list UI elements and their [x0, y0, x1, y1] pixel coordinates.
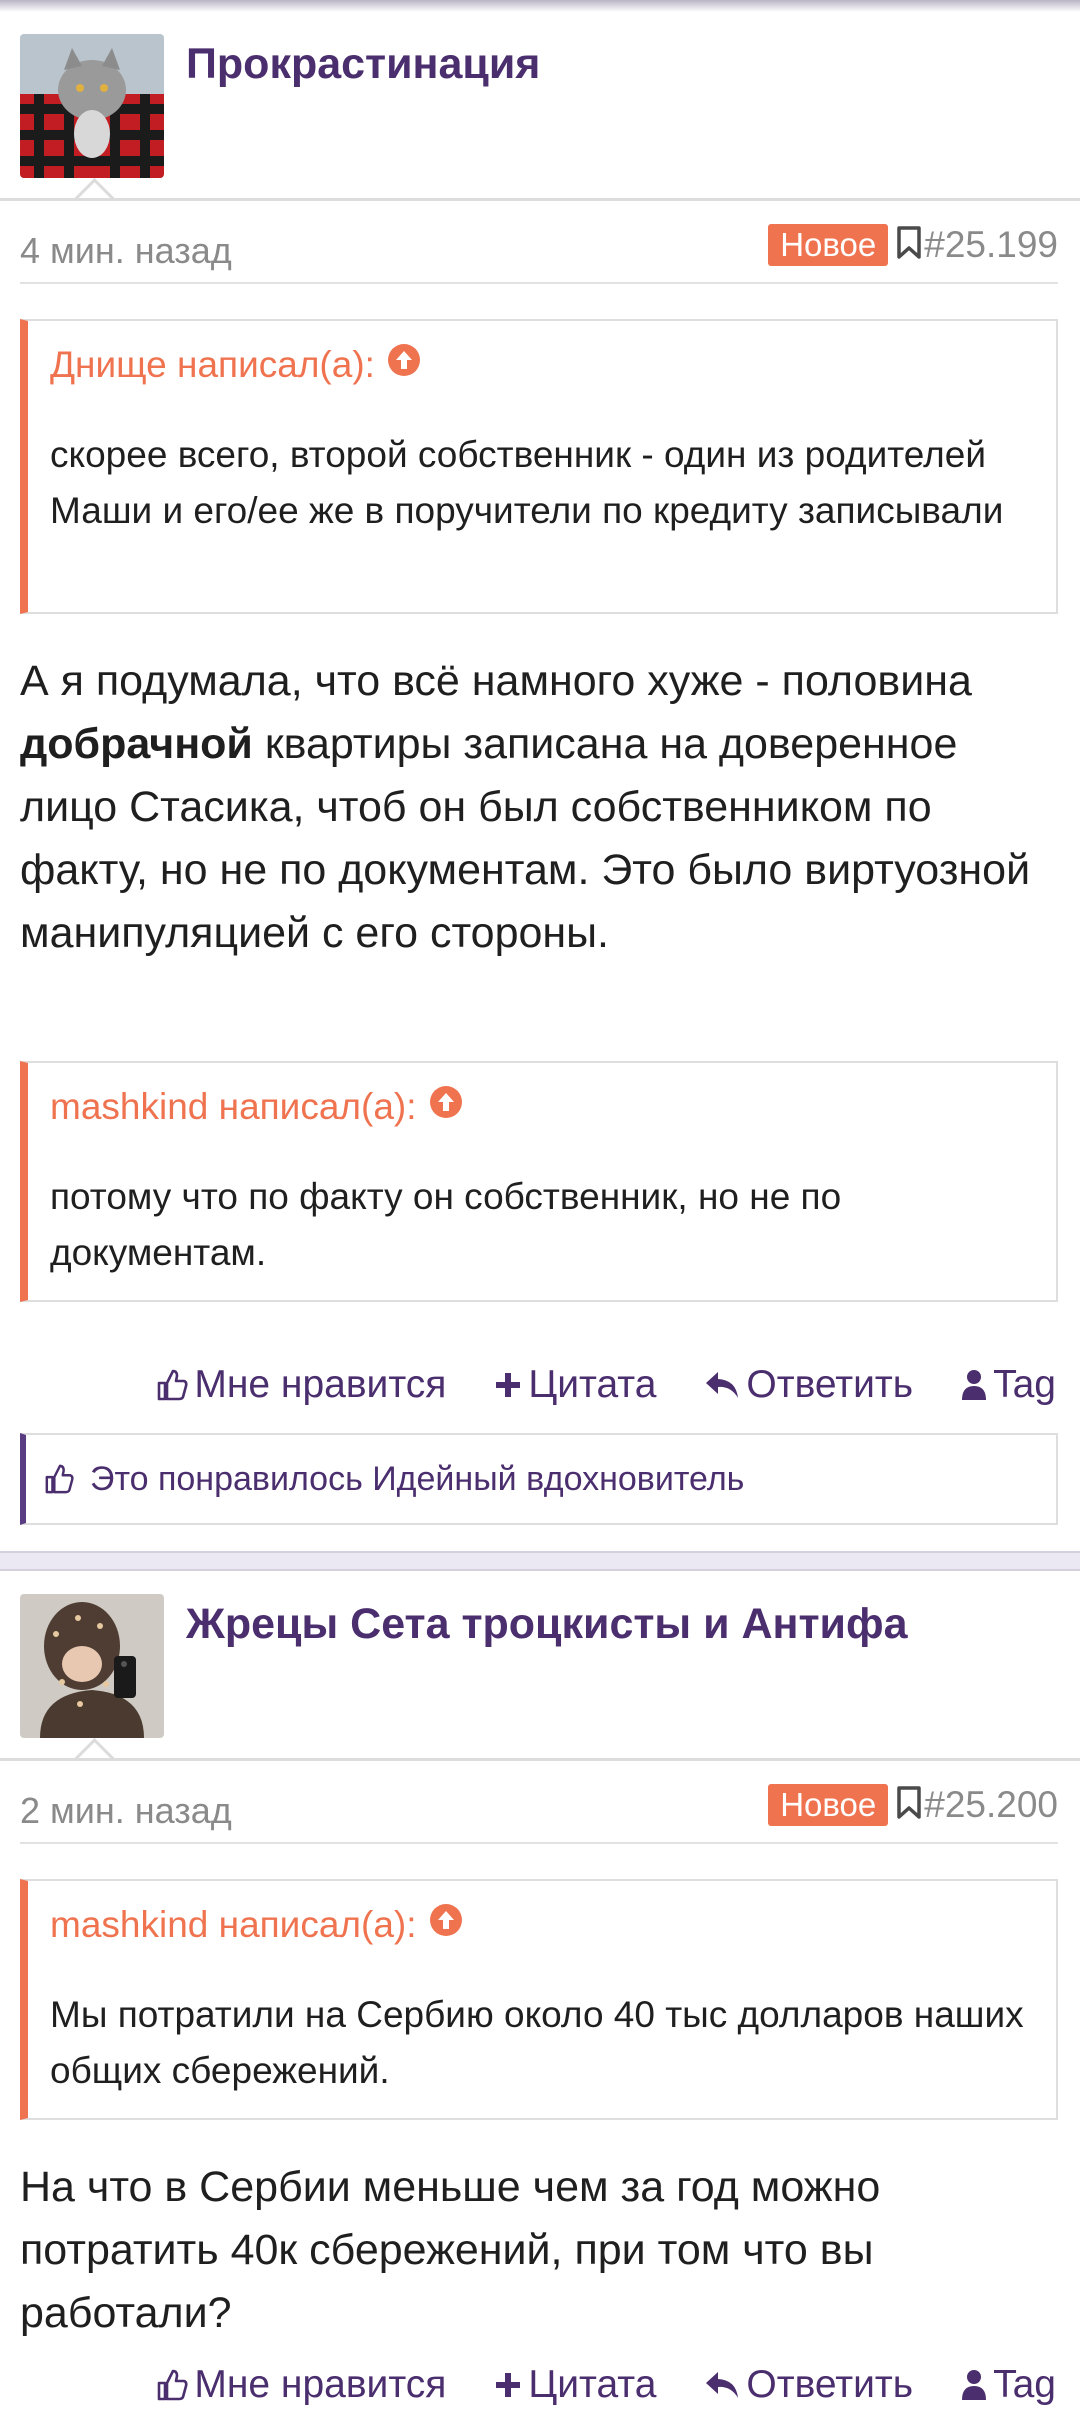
- post-username[interactable]: Прокрастинация: [186, 40, 540, 89]
- post-time: 4 мин. назад: [20, 230, 232, 271]
- new-badge: Новое: [768, 224, 889, 266]
- post-time: 2 мин. назад: [20, 1790, 232, 1831]
- quote-text: потому что по факту он собственник, но н…: [50, 1176, 842, 1273]
- like-button[interactable]: Мне нравится: [156, 2363, 446, 2407]
- post-body-text: А я подумала, что всё намного хуже - пол…: [20, 657, 972, 705]
- reply-button[interactable]: Ответить: [704, 2363, 913, 2407]
- avatar[interactable]: [20, 1594, 164, 1738]
- top-shadow: [0, 0, 1080, 12]
- quote-text: Мы потратили на Сербию около 40 тыс долл…: [50, 1994, 1024, 2091]
- quote-label: Цитата: [528, 1363, 657, 1406]
- post-username[interactable]: Жрецы Сета троцкисты и Антифа: [186, 1600, 908, 1649]
- like-label: Мне нравится: [194, 2363, 447, 2406]
- divider: [0, 1758, 1080, 1761]
- post-meta: 4 мин. назад Новое #25.199: [20, 222, 1058, 282]
- quote-author[interactable]: mashkind написал(а):: [50, 1086, 417, 1128]
- quote-header: Днище написал(а):: [50, 343, 421, 386]
- post-body-bold: добрачной: [20, 720, 253, 768]
- user-icon: [962, 2370, 987, 2400]
- divider: [20, 282, 1058, 284]
- post-actions: Мне нравится Цитата Ответить Tag: [108, 2355, 1056, 2415]
- plus-icon: [496, 2373, 521, 2397]
- liked-by-text: Это понравилось Идейный вдохновитель: [90, 1459, 745, 1498]
- reply-icon: [706, 1372, 739, 1398]
- bookmark-icon[interactable]: [896, 1785, 922, 1825]
- new-badge: Новое: [768, 1784, 889, 1826]
- tag-label: Tag: [993, 2363, 1056, 2406]
- quote-author[interactable]: mashkind написал(а):: [50, 1904, 417, 1946]
- quote-text: скорее всего, второй собственник - один …: [50, 434, 1004, 531]
- tag-button[interactable]: Tag: [961, 1363, 1056, 1407]
- quote-block: mashkind написал(а): потому что по факту…: [20, 1061, 1058, 1302]
- plus-icon: [496, 1373, 521, 1397]
- reply-button[interactable]: Ответить: [704, 1363, 913, 1407]
- reply-icon: [706, 2372, 739, 2398]
- reply-label: Ответить: [746, 2363, 914, 2406]
- post-number-link[interactable]: #25.199: [924, 224, 1058, 266]
- like-button[interactable]: Мне нравится: [156, 1363, 446, 1407]
- quote-button[interactable]: Цитата: [494, 1363, 656, 1407]
- avatar[interactable]: [20, 34, 164, 178]
- quote-button[interactable]: Цитата: [494, 2363, 656, 2407]
- user-icon: [962, 1370, 987, 1400]
- post-body: А я подумала, что всё намного хуже - пол…: [20, 650, 1050, 965]
- thumbs-up-icon: [158, 2369, 188, 2401]
- post-actions: Мне нравится Цитата Ответить Tag: [108, 1355, 1056, 1415]
- like-label: Мне нравится: [194, 1363, 447, 1406]
- quote-author[interactable]: Днище написал(а):: [50, 344, 375, 386]
- post-body: На что в Сербии меньше чем за год можно …: [20, 2163, 881, 2337]
- post-separator: [0, 1551, 1080, 1571]
- quote-header: mashkind написал(а):: [50, 1085, 463, 1128]
- quote-block: mashkind написал(а): Мы потратили на Сер…: [20, 1879, 1058, 2120]
- divider: [20, 1842, 1058, 1844]
- liked-by-bar[interactable]: Это понравилось Идейный вдохновитель: [20, 1433, 1058, 1525]
- arrow-up-circle-icon[interactable]: [429, 1085, 463, 1128]
- arrow-up-circle-icon[interactable]: [387, 343, 421, 386]
- reply-label: Ответить: [746, 1363, 914, 1406]
- tag-label: Tag: [993, 1363, 1056, 1406]
- quote-label: Цитата: [528, 2363, 657, 2406]
- tag-button[interactable]: Tag: [961, 2363, 1056, 2407]
- bookmark-icon[interactable]: [896, 225, 922, 265]
- thumbs-up-icon: [158, 1369, 188, 1401]
- post-meta: 2 мин. назад Новое #25.200: [20, 1782, 1058, 1842]
- quote-block: Днище написал(а): скорее всего, второй с…: [20, 319, 1058, 614]
- post-number-link[interactable]: #25.200: [924, 1784, 1058, 1826]
- quote-header: mashkind написал(а):: [50, 1903, 463, 1946]
- arrow-up-circle-icon[interactable]: [429, 1903, 463, 1946]
- thumbs-up-icon: [45, 1464, 74, 1494]
- divider: [0, 198, 1080, 201]
